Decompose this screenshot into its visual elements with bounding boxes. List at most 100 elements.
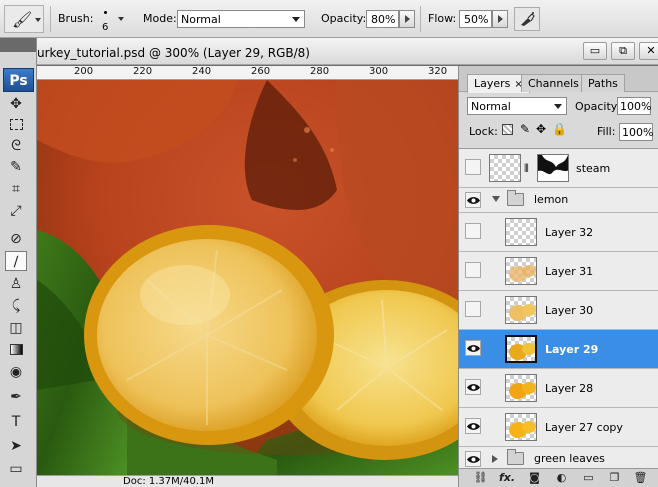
- options-bar: 🖌 Brush: 6 Mode: Normal Opacity: 80% Flo…: [0, 0, 658, 38]
- opacity-field[interactable]: 80%: [366, 10, 399, 28]
- brush-label: Brush:: [58, 12, 94, 25]
- adjustment-icon[interactable]: ◐: [554, 471, 569, 485]
- airbrush-button[interactable]: [514, 7, 540, 31]
- path-selection-tool[interactable]: ➤: [5, 436, 27, 456]
- new-layer-icon[interactable]: ❐: [607, 471, 622, 485]
- lock-pixels-icon[interactable]: ✎: [520, 122, 530, 136]
- visibility-toggle[interactable]: [465, 223, 481, 239]
- link-icon[interactable]: ⦀: [524, 162, 529, 176]
- pen-tool[interactable]: ✒: [5, 387, 27, 407]
- eye-icon: [467, 423, 480, 430]
- mask-preview-icon: [538, 155, 568, 181]
- lasso-tool[interactable]: ᘓ: [5, 136, 27, 156]
- move-tool[interactable]: ✥: [5, 94, 27, 114]
- layer-row[interactable]: Layer 27 copy: [459, 408, 658, 447]
- layer-group-row[interactable]: lemon: [459, 188, 658, 213]
- brush-tool[interactable]: ∕: [5, 251, 27, 271]
- tab-paths-label: Paths: [588, 77, 618, 90]
- flow-slider-button[interactable]: [492, 10, 508, 28]
- thumbnail-preview: [509, 304, 536, 321]
- restore-icon: ⧉: [619, 44, 627, 57]
- layer-row[interactable]: Layer 32: [459, 213, 658, 252]
- close-button[interactable]: ✕: [639, 42, 658, 60]
- eyedropper-tool[interactable]: ⤢: [5, 201, 27, 221]
- brush-size: 6: [102, 22, 109, 33]
- brush-icon: 🖌: [12, 10, 33, 29]
- tool-preset-picker[interactable]: 🖌: [4, 5, 44, 33]
- mask-icon[interactable]: ◙: [527, 471, 542, 485]
- layer-row-selected[interactable]: Layer 29: [459, 330, 658, 369]
- layer-row[interactable]: Layer 28: [459, 369, 658, 408]
- tab-paths[interactable]: Paths: [581, 74, 625, 92]
- quick-selection-tool[interactable]: ✎: [5, 157, 27, 177]
- tools-panel: Ps ✥ ᘓ ✎ ⌗ ⤢ ⊘ ∕ ♙ ⤹ ◫ ◉ ✒ T ➤ ▭: [0, 38, 37, 487]
- layers-panel: Layers × Channels Paths Normal Opacity: 1…: [458, 66, 658, 487]
- layer-thumbnail: [505, 296, 537, 324]
- layer-opacity-field[interactable]: 100%: [617, 97, 651, 115]
- visibility-toggle[interactable]: [465, 418, 481, 434]
- type-tool[interactable]: T: [5, 412, 27, 432]
- layer-name: green leaves: [534, 452, 605, 465]
- tab-channels[interactable]: Channels: [521, 74, 586, 92]
- painting-image: [37, 80, 458, 475]
- eraser-tool[interactable]: ◫: [5, 318, 27, 338]
- folder-icon[interactable]: ▭: [581, 471, 596, 485]
- history-brush-tool[interactable]: ⤹: [5, 296, 27, 316]
- opacity-label: Opacity:: [321, 12, 367, 25]
- minimize-icon: ▭: [589, 44, 601, 57]
- layers-panel-footer: ⛓ fx. ◙ ◐ ▭ ❐ 🗑: [459, 468, 658, 487]
- brush-preset-picker[interactable]: 6: [96, 8, 124, 34]
- layer-name: Layer 32: [545, 226, 594, 239]
- document-canvas[interactable]: [37, 80, 458, 475]
- layer-opacity-label: Opacity:: [575, 100, 621, 113]
- visibility-toggle[interactable]: [465, 262, 481, 278]
- healing-brush-tool[interactable]: ⊘: [5, 229, 27, 249]
- trash-icon[interactable]: 🗑: [633, 471, 648, 485]
- visibility-toggle[interactable]: [465, 301, 481, 317]
- marquee-tool[interactable]: [5, 115, 27, 135]
- crop-tool[interactable]: ⌗: [5, 179, 27, 199]
- expand-arrow-icon[interactable]: [492, 455, 498, 463]
- clone-stamp-tool[interactable]: ♙: [5, 274, 27, 294]
- flow-field[interactable]: 50%: [459, 10, 492, 28]
- mode-select[interactable]: Normal: [177, 10, 305, 28]
- lock-all-icon[interactable]: 🔒: [552, 122, 567, 136]
- visibility-toggle[interactable]: [465, 192, 481, 208]
- lock-transparency-icon[interactable]: [502, 124, 513, 135]
- gradient-tool[interactable]: [5, 340, 27, 360]
- layer-name: Layer 29: [545, 343, 599, 356]
- fill-field[interactable]: 100%: [619, 123, 653, 141]
- visibility-toggle[interactable]: [465, 159, 481, 175]
- tools-panel-grip[interactable]: [0, 38, 36, 52]
- lock-position-icon[interactable]: ✥: [536, 122, 546, 136]
- restore-button[interactable]: ⧉: [611, 42, 635, 60]
- visibility-toggle[interactable]: [465, 379, 481, 395]
- shape-tool[interactable]: ▭: [5, 459, 27, 479]
- dodge-tool[interactable]: ◉: [5, 362, 27, 382]
- layer-row[interactable]: Layer 30: [459, 291, 658, 330]
- layer-row[interactable]: Layer 31: [459, 252, 658, 291]
- horizontal-ruler[interactable]: 200 220 240 260 280 300 320: [37, 66, 458, 80]
- fill-label: Fill:: [597, 125, 616, 138]
- ruler-label: 280: [310, 66, 330, 77]
- visibility-toggle[interactable]: [465, 340, 481, 356]
- ruler-label: 320: [428, 66, 448, 77]
- blend-mode-select[interactable]: Normal: [467, 97, 567, 115]
- document-size-info[interactable]: Doc: 1.37M/40.1M: [123, 476, 214, 487]
- document-titlebar[interactable]: urkey_tutorial.psd @ 300% (Layer 29, RGB…: [37, 38, 658, 65]
- photoshop-logo: Ps: [3, 68, 34, 92]
- opacity-slider-button[interactable]: [399, 10, 415, 28]
- layer-mask-thumbnail[interactable]: [537, 154, 569, 182]
- layer-row[interactable]: ⦀ steam: [459, 149, 658, 188]
- thumbnail-preview: [509, 265, 536, 282]
- tab-channels-label: Channels: [528, 77, 579, 90]
- minimize-button[interactable]: ▭: [583, 42, 607, 60]
- eye-icon: [467, 197, 480, 204]
- link-icon[interactable]: ⛓: [473, 471, 488, 485]
- fx-icon[interactable]: fx.: [499, 471, 515, 485]
- visibility-toggle[interactable]: [465, 451, 481, 467]
- chevron-down-icon: [35, 18, 41, 22]
- layer-thumbnail: [505, 335, 537, 363]
- expand-arrow-icon[interactable]: [492, 196, 500, 202]
- ruler-label: 260: [251, 66, 271, 77]
